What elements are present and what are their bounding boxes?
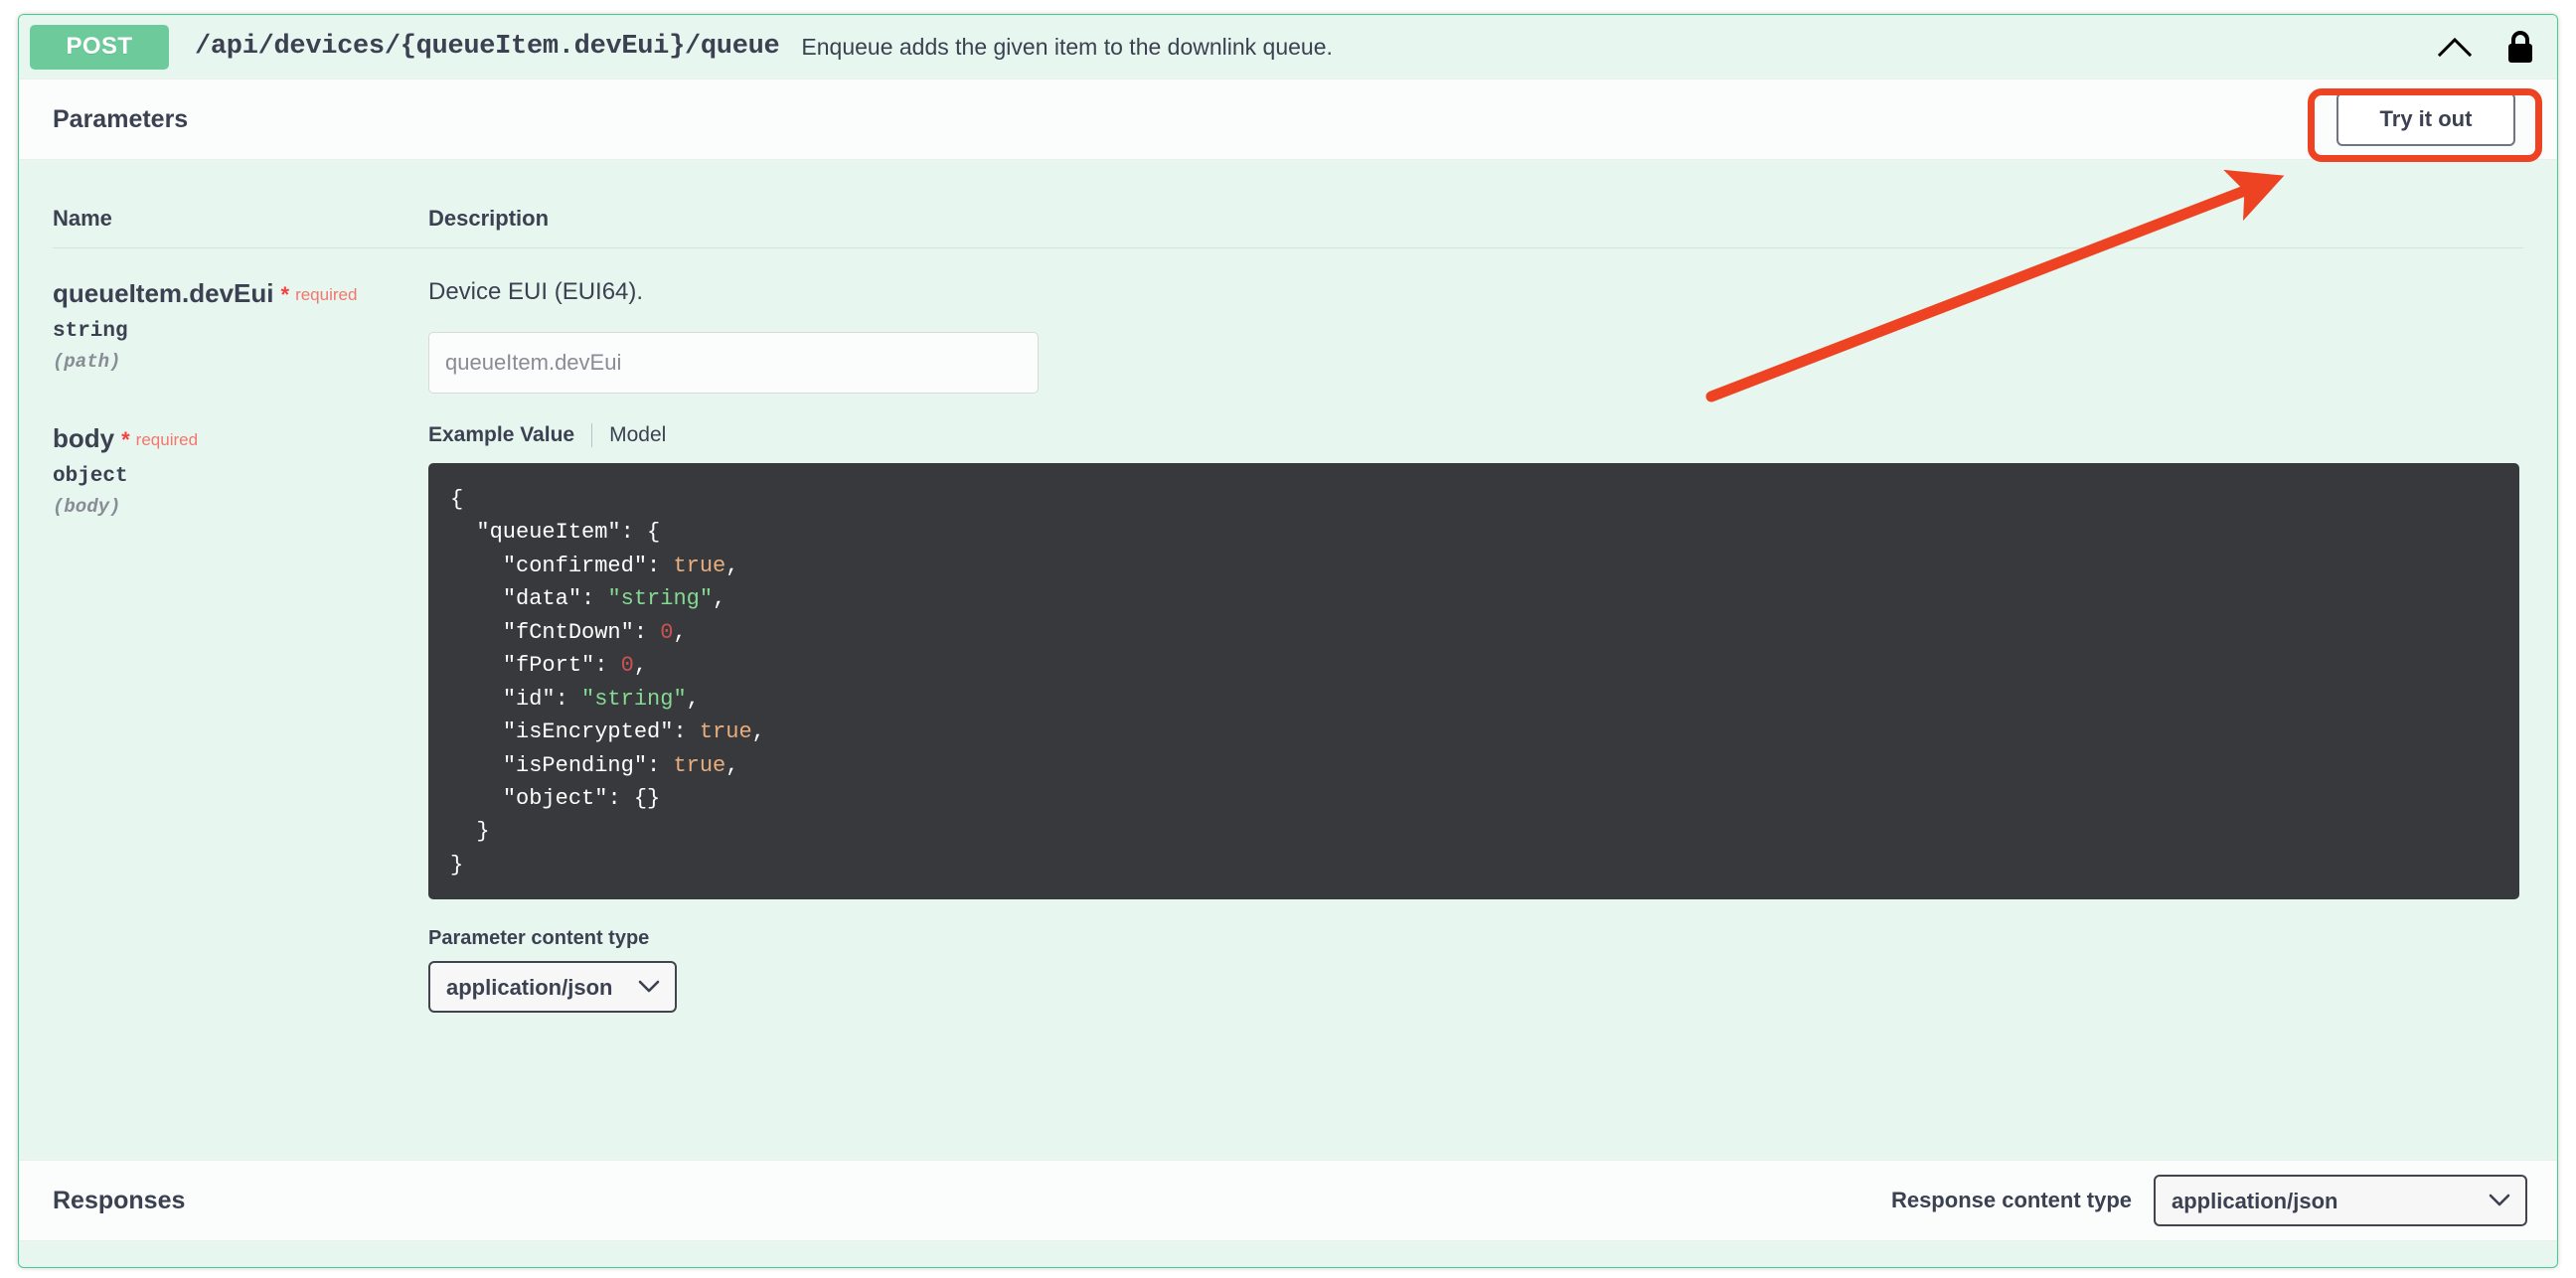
swagger-operation-page: POST /api/devices/{queueItem.devEui}/que… — [0, 0, 2576, 1278]
parameter-content-type-label: Parameter content type — [428, 927, 650, 950]
body-parameter-cell: Example Value Model { "queueItem": { "co… — [428, 423, 2523, 1014]
code-line-12: } — [450, 852, 464, 878]
tab-model[interactable]: Model — [609, 423, 666, 447]
operation-header-icons — [2438, 29, 2539, 65]
response-content-type-wrap: application/json — [2154, 1175, 2527, 1226]
parameter-content-type-select[interactable]: application/json — [428, 961, 677, 1014]
parameters-title: Parameters — [53, 104, 189, 133]
column-header-name: Name — [53, 206, 112, 231]
tab-separator — [591, 423, 593, 447]
column-header-description: Description — [428, 206, 550, 231]
parameter-description-cell: Device EUI (EUI64). — [428, 278, 2523, 394]
parameters-header-bar: Parameters Try it out — [19, 79, 2557, 160]
chevron-up-icon[interactable] — [2438, 36, 2472, 58]
code-val-ispending: true — [673, 752, 726, 778]
http-method-badge: POST — [30, 24, 169, 70]
code-val-data: "string" — [607, 586, 714, 612]
operation-block: POST /api/devices/{queueItem.devEui}/que… — [18, 14, 2558, 1268]
table-row: queueItem.devEui * required string (path) … — [53, 248, 2523, 394]
parameter-name: queueItem.devEui — [53, 278, 274, 308]
parameter-type: string — [53, 320, 128, 344]
code-key-isencrypted: "isEncrypted" — [502, 719, 674, 745]
code-key-confirmed: "confirmed" — [502, 553, 648, 578]
code-val-object: {} — [633, 785, 661, 811]
code-val-fport: 0 — [620, 653, 634, 679]
example-model-tabs: Example Value Model — [428, 423, 2523, 447]
tab-example-value[interactable]: Example Value — [428, 423, 574, 447]
parameter-content-type-wrap: application/json — [428, 961, 677, 1014]
response-content-type-label: Response content type — [1890, 1188, 2132, 1212]
parameter-name: body — [53, 423, 115, 453]
parameters-table: Name Description queueItem.devEui * requir… — [19, 160, 2557, 1014]
code-key-fcntdown: "fCntDown" — [502, 619, 634, 645]
example-value-code-block[interactable]: { "queueItem": { "confirmed": true, "dat… — [428, 463, 2519, 900]
responses-header-bar: Responses Response content type applicat… — [19, 1160, 2557, 1241]
required-label: required — [135, 430, 199, 449]
parameter-type: object — [53, 465, 128, 489]
parameter-location: (path) — [53, 351, 121, 374]
lock-icon[interactable] — [2505, 29, 2535, 65]
parameter-location: (body) — [53, 496, 121, 519]
responses-title: Responses — [53, 1186, 186, 1214]
parameter-description: Device EUI (EUI64). — [428, 278, 644, 305]
code-key-id: "id" — [502, 686, 556, 712]
code-line-11: } — [450, 819, 490, 845]
parameter-name-cell: queueItem.devEui * required string (path) — [53, 278, 428, 394]
operation-summary-header[interactable]: POST /api/devices/{queueItem.devEui}/que… — [19, 15, 2557, 79]
operation-description: Enqueue adds the given item to the downl… — [801, 33, 1333, 60]
dev-eui-input[interactable] — [428, 332, 1039, 394]
code-val-fcntdown: 0 — [660, 619, 674, 645]
required-star: * — [280, 282, 290, 307]
code-val-isencrypted: true — [699, 719, 752, 745]
parameters-column-headers: Name Description — [53, 160, 2523, 248]
code-val-confirmed: true — [673, 553, 726, 578]
operation-path: /api/devices/{queueItem.devEui}/queue — [195, 32, 780, 62]
try-it-out-button[interactable]: Try it out — [2336, 92, 2515, 146]
code-val-id: "string" — [581, 686, 687, 712]
table-row: body * required object (body) Example Valu… — [53, 394, 2523, 1014]
required-star: * — [121, 427, 130, 452]
code-key-object: "object" — [502, 785, 608, 811]
parameter-name-cell: body * required object (body) — [53, 423, 428, 1013]
response-content-type-select[interactable]: application/json — [2154, 1175, 2527, 1226]
code-line-1: { — [450, 487, 464, 512]
code-key-ispending: "isPending" — [502, 752, 648, 778]
code-key-data: "data" — [502, 586, 582, 612]
code-line-2-rest: : { — [620, 520, 661, 546]
code-key-queueitem: "queueItem" — [476, 520, 621, 546]
code-key-fport: "fPort" — [502, 653, 595, 679]
required-label: required — [295, 285, 358, 304]
